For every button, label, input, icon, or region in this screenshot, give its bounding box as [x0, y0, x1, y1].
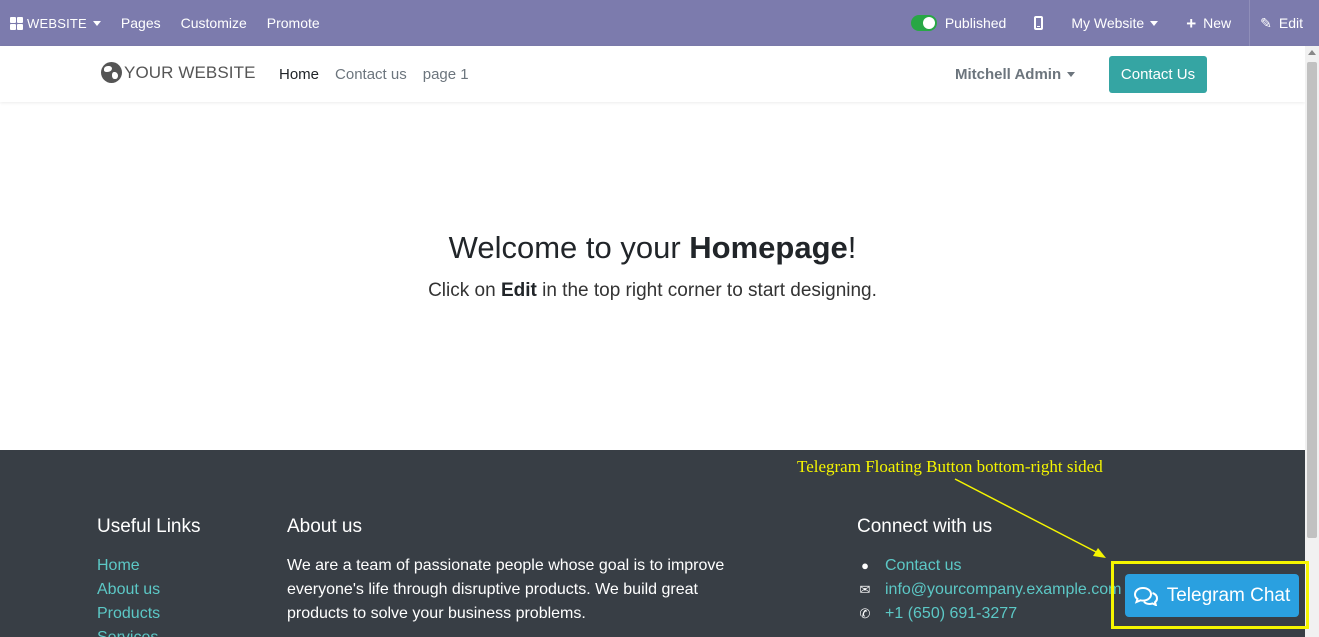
footer-connect-title: Connect with us	[857, 516, 993, 537]
telegram-chat-button[interactable]: Telegram Chat	[1125, 574, 1299, 617]
customize-menu[interactable]: Customize	[171, 0, 257, 46]
published-label: Published	[944, 15, 1007, 31]
mobile-phone-icon	[1034, 16, 1044, 30]
contact-us-button[interactable]: Contact Us	[1109, 56, 1207, 93]
pencil-icon: ✎	[1260, 14, 1272, 31]
globe-icon	[101, 62, 122, 83]
footer-connect-list: ● Contact us ✉ info@yourcompany.example.…	[857, 554, 1122, 626]
hero-title-bold: Homepage	[689, 230, 848, 265]
published-toggle[interactable]: Published	[901, 0, 1025, 46]
hero-sub-suffix: in the top right corner to start designi…	[536, 280, 877, 301]
footer-email-row[interactable]: ✉ info@yourcompany.example.com	[857, 578, 1122, 602]
new-button[interactable]: + New	[1176, 0, 1249, 46]
edit-label: Edit	[1278, 15, 1303, 31]
footer-phone: +1 (650) 691-3277	[885, 605, 1018, 622]
user-menu[interactable]: Mitchell Admin	[955, 66, 1076, 83]
hero-sub-bold: Edit	[500, 280, 537, 301]
footer-phone-row[interactable]: ✆ +1 (650) 691-3277	[857, 602, 1122, 626]
footer-link-services[interactable]: Services	[97, 626, 160, 637]
chevron-down-icon	[92, 20, 101, 26]
footer-about-text: We are a team of passionate people whose…	[287, 557, 725, 622]
toggle-switch-icon	[910, 15, 937, 31]
plus-icon: +	[1186, 13, 1197, 33]
hero-sub-prefix: Click on	[428, 280, 501, 301]
nav-item-home[interactable]: Home	[279, 66, 319, 83]
apps-grid-icon	[10, 16, 23, 30]
footer-link-home[interactable]: Home	[97, 554, 160, 578]
footer-links-title: Useful Links	[97, 516, 201, 537]
hero-title-suffix: !	[847, 230, 857, 265]
footer-contact-label: Contact us	[885, 557, 962, 574]
hero-subtitle: Click on Edit in the top right corner to…	[0, 280, 1305, 302]
envelope-icon: ✉	[859, 582, 871, 597]
site-header: YOUR WEBSITE Home Contact us page 1 Mitc…	[0, 46, 1305, 102]
footer-email: info@yourcompany.example.com	[885, 581, 1122, 598]
page-scrollbar[interactable]	[1305, 46, 1319, 637]
footer-link-products[interactable]: Products	[97, 602, 160, 626]
chevron-down-icon	[1150, 20, 1159, 26]
apps-menu-button[interactable]: WEBSITE	[0, 0, 111, 46]
main-nav: Home Contact us page 1	[279, 66, 485, 83]
user-name: Mitchell Admin	[955, 66, 1062, 83]
hero-title: Welcome to your Homepage!	[0, 230, 1305, 266]
apps-menu-label: WEBSITE	[27, 15, 87, 31]
chat-bubbles-icon	[1133, 586, 1158, 606]
hero-title-prefix: Welcome to your	[448, 230, 690, 265]
website-switcher[interactable]: My Website	[1061, 0, 1176, 46]
promote-menu[interactable]: Promote	[257, 0, 330, 46]
mobile-preview-button[interactable]	[1024, 0, 1061, 46]
site-logo[interactable]: YOUR WEBSITE	[101, 62, 256, 83]
logo-text: YOUR WEBSITE	[124, 62, 256, 82]
pages-menu[interactable]: Pages	[111, 0, 171, 46]
scrollbar-thumb[interactable]	[1307, 62, 1317, 538]
phone-icon: ✆	[859, 606, 871, 621]
chat-bubble-icon: ●	[861, 558, 869, 573]
website-switcher-label: My Website	[1071, 15, 1145, 31]
scroll-up-arrow-icon[interactable]	[1308, 50, 1316, 55]
new-label: New	[1203, 15, 1232, 31]
footer-link-about[interactable]: About us	[97, 578, 160, 602]
edit-button[interactable]: ✎ Edit	[1250, 0, 1319, 46]
footer-about-title: About us	[287, 516, 362, 537]
telegram-chat-label: Telegram Chat	[1166, 584, 1291, 606]
nav-item-page-1[interactable]: page 1	[423, 66, 469, 83]
annotation-label: Telegram Floating Button bottom-right si…	[797, 457, 1103, 476]
footer-links-list: Home About us Products Services	[97, 554, 160, 637]
admin-bar: WEBSITE Pages Customize Promote Publishe…	[0, 0, 1319, 46]
nav-item-contact-us[interactable]: Contact us	[335, 66, 407, 83]
chevron-down-icon	[1067, 72, 1076, 77]
footer-contact-row[interactable]: ● Contact us	[857, 554, 1122, 578]
